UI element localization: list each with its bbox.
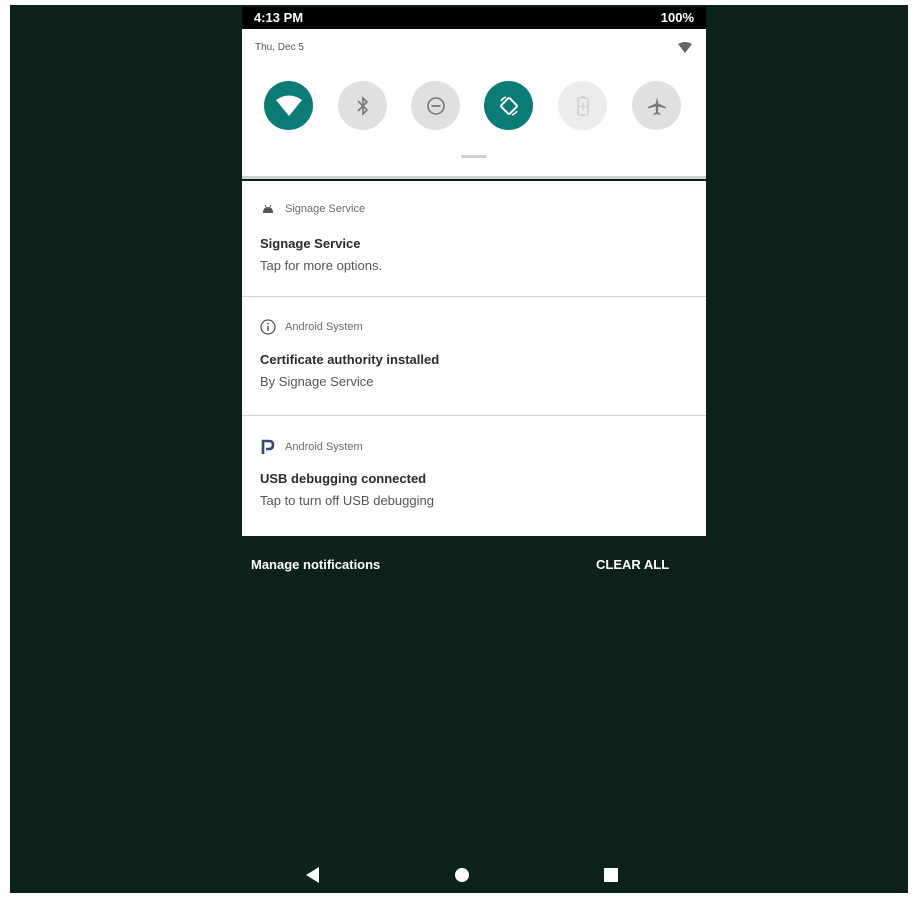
do-not-disturb-icon bbox=[426, 96, 445, 115]
status-time: 4:13 PM bbox=[254, 10, 304, 25]
home-icon bbox=[455, 868, 469, 882]
airplane-icon bbox=[647, 96, 666, 115]
status-bar: 4:13 PM 100% bbox=[242, 7, 706, 29]
notification-app-header: Android System bbox=[260, 319, 363, 335]
back-icon bbox=[306, 867, 319, 883]
notification-app-header: Android System bbox=[260, 439, 363, 455]
airplane-mode-toggle[interactable] bbox=[632, 81, 681, 130]
notification-title: Signage Service bbox=[260, 236, 361, 251]
date-label: Thu, Dec 5 bbox=[255, 42, 304, 53]
back-button[interactable] bbox=[300, 862, 326, 888]
p-logo-icon bbox=[260, 439, 276, 455]
wifi-icon bbox=[275, 95, 302, 116]
notification-signage-service[interactable]: Signage Service Signage Service Tap for … bbox=[242, 181, 706, 297]
wifi-toggle[interactable] bbox=[264, 81, 313, 130]
android-icon bbox=[260, 201, 276, 217]
notification-app-name: Android System bbox=[285, 321, 363, 333]
manage-notifications-button[interactable]: Manage notifications bbox=[251, 557, 380, 572]
notification-text: By Signage Service bbox=[260, 374, 374, 389]
notification-certificate[interactable]: Android System Certificate authority ins… bbox=[242, 297, 706, 416]
notification-title: Certificate authority installed bbox=[260, 352, 440, 367]
notification-app-name: Signage Service bbox=[285, 203, 366, 215]
recents-icon bbox=[604, 868, 618, 882]
notification-usb-debugging[interactable]: Android System USB debugging connected T… bbox=[242, 416, 706, 536]
notification-app-name: Android System bbox=[285, 441, 363, 453]
auto-rotate-icon bbox=[499, 95, 518, 116]
device-screen: 4:13 PM 100% Thu, Dec 5 Signage Service … bbox=[10, 5, 908, 893]
recents-button[interactable] bbox=[598, 862, 624, 888]
battery-level: 100% bbox=[660, 10, 694, 25]
notification-text: Tap to turn off USB debugging bbox=[260, 493, 434, 508]
battery-saver-toggle[interactable] bbox=[558, 81, 607, 130]
auto-rotate-toggle[interactable] bbox=[484, 81, 533, 130]
notification-text: Tap for more options. bbox=[260, 258, 383, 273]
do-not-disturb-toggle[interactable] bbox=[411, 81, 460, 130]
info-icon bbox=[260, 319, 276, 335]
expand-handle[interactable] bbox=[461, 155, 487, 158]
bluetooth-toggle[interactable] bbox=[338, 81, 387, 130]
notification-app-header: Signage Service bbox=[260, 201, 365, 217]
bluetooth-icon bbox=[356, 95, 368, 116]
quick-settings-panel: Thu, Dec 5 bbox=[242, 29, 706, 179]
clear-all-button[interactable]: CLEAR ALL bbox=[596, 557, 669, 572]
notification-title: USB debugging connected bbox=[260, 471, 427, 486]
battery-saver-icon bbox=[576, 95, 589, 116]
home-button[interactable] bbox=[449, 862, 475, 888]
wifi-status-icon bbox=[678, 42, 692, 53]
